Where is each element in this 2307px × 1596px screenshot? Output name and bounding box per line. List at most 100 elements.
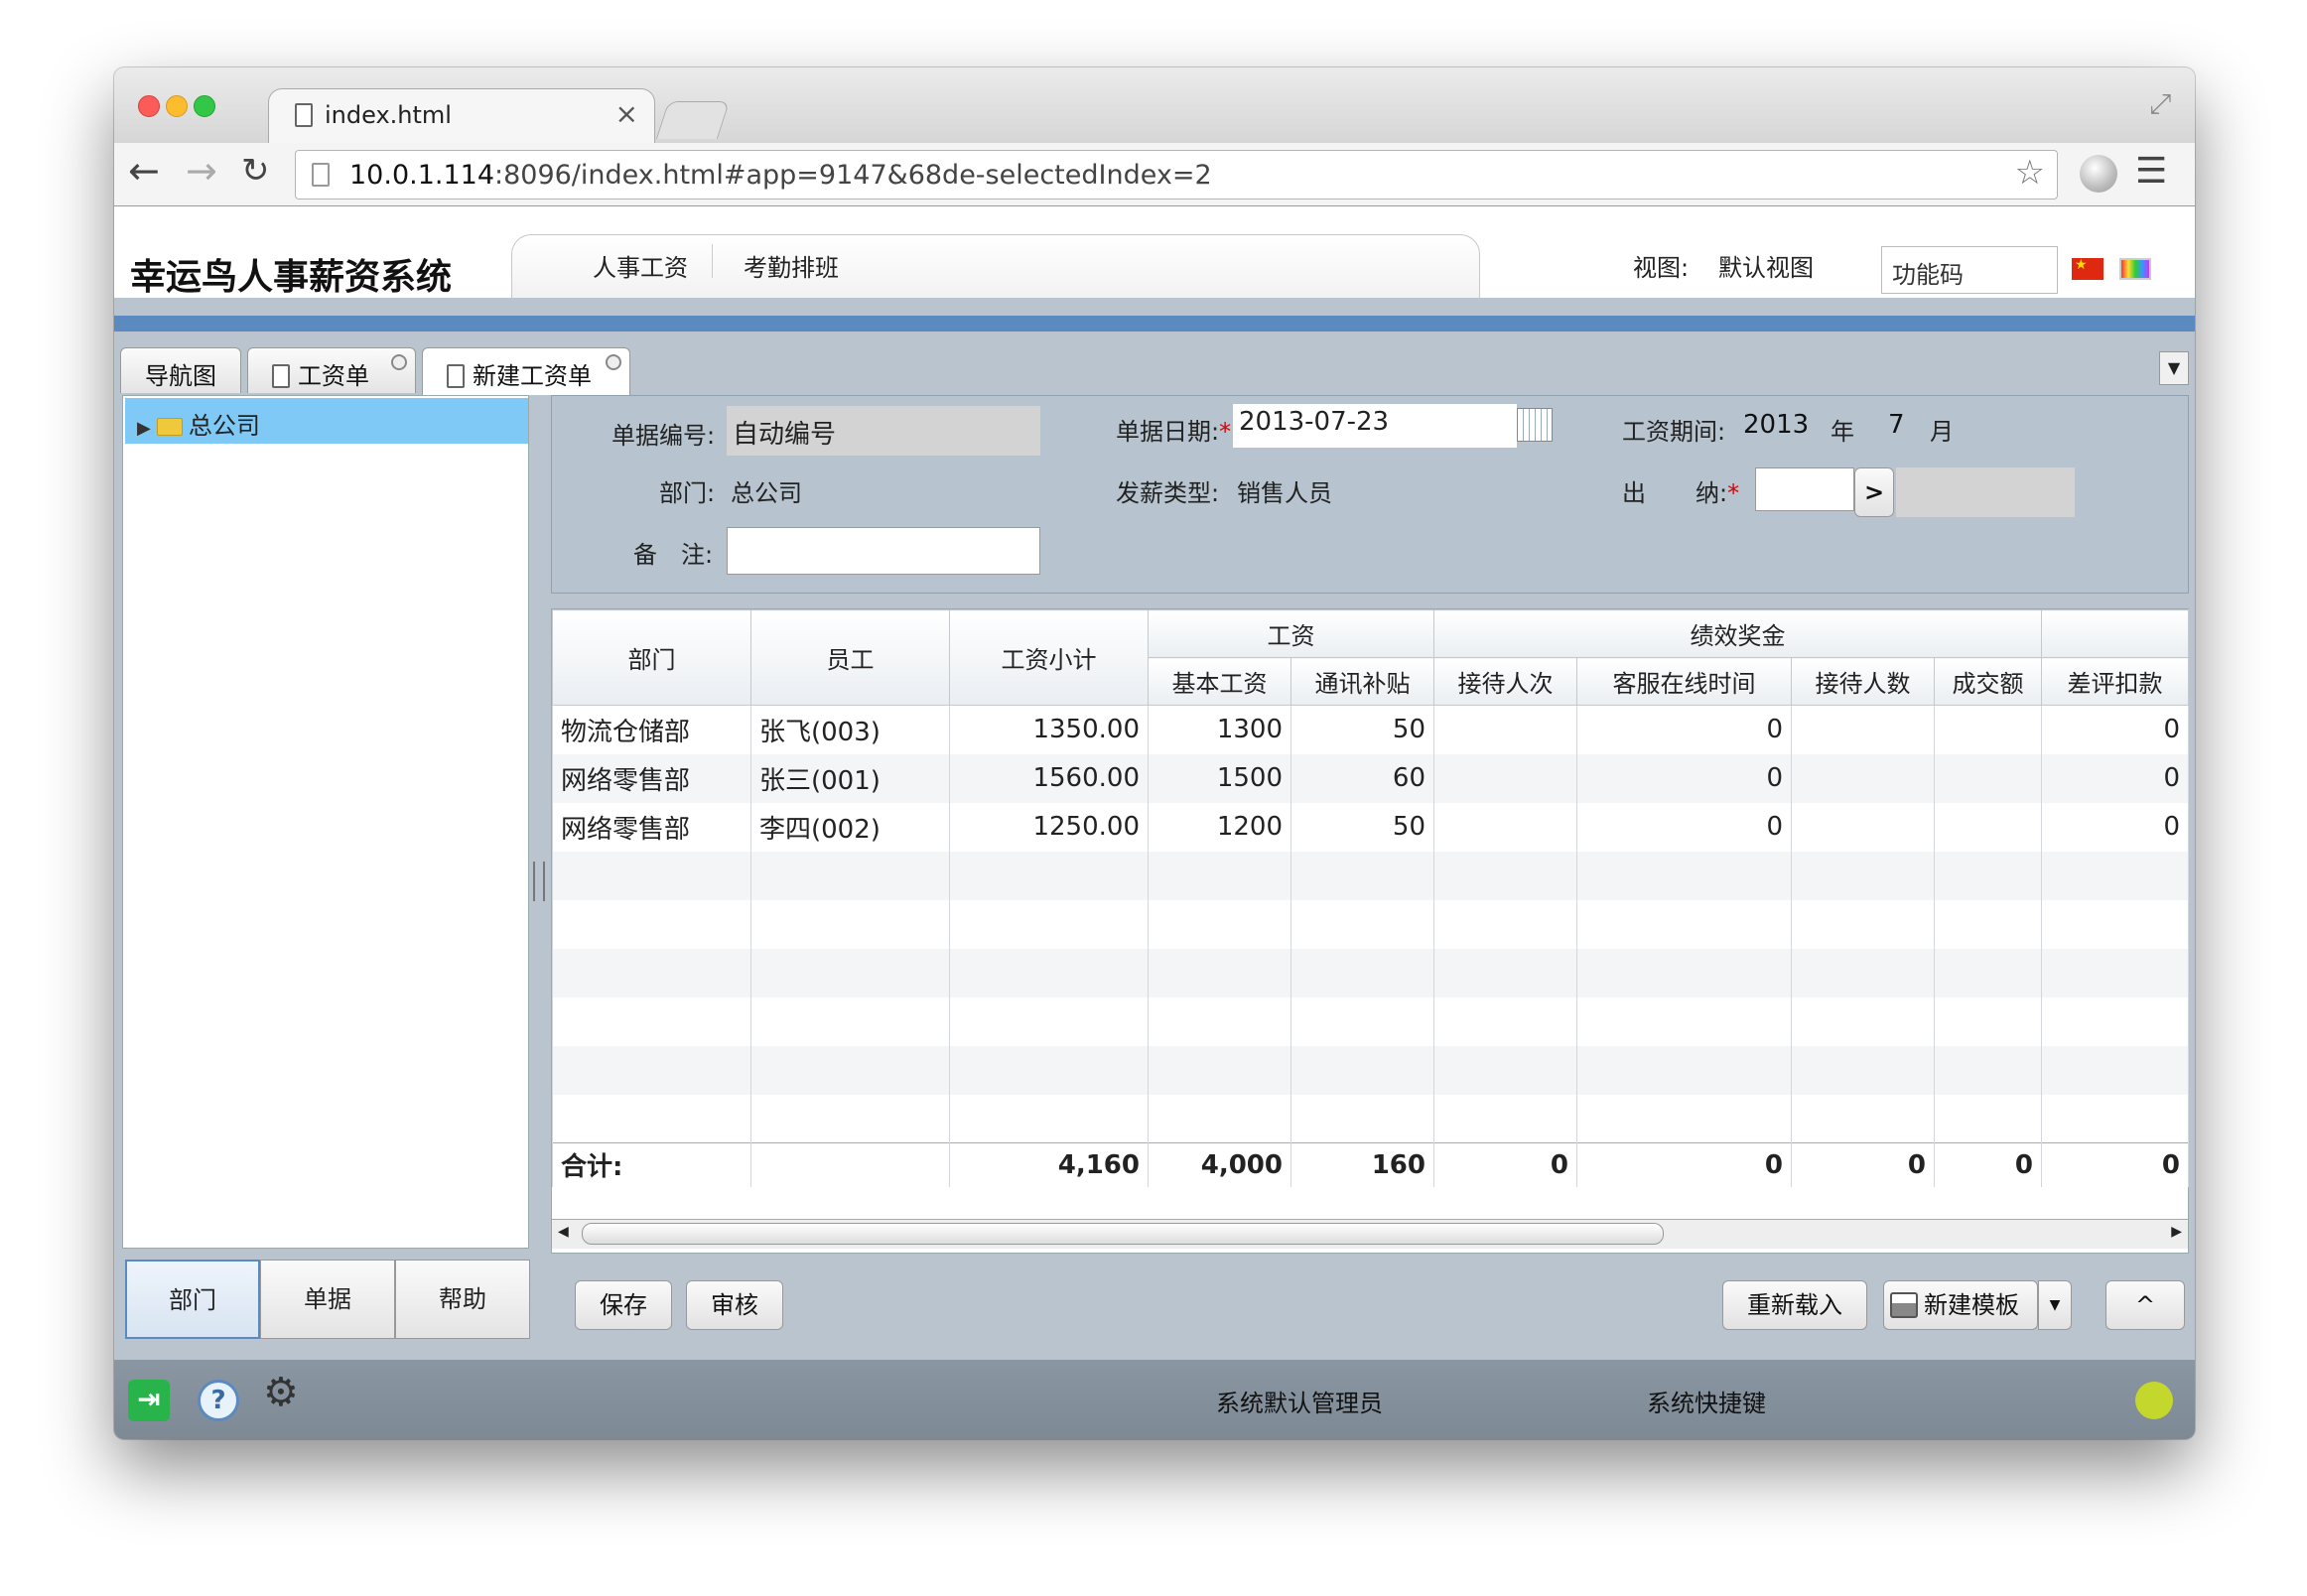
bookmark-star-icon[interactable]: ☆ [2015,153,2045,193]
cell-comm[interactable] [1290,1045,1434,1095]
cell-recv-times[interactable] [1433,753,1577,803]
logout-icon[interactable]: ⇥ [128,1380,170,1421]
tab-payroll[interactable]: 工资单 [247,347,416,393]
col-header-recv-count[interactable]: 接待人数 [1791,657,1935,706]
cell-recv-count[interactable] [1791,948,1935,998]
cell-penalty[interactable]: 0 [2041,753,2189,803]
cell-deal[interactable] [1934,1094,2042,1143]
left-tab-help[interactable]: 帮助 [395,1260,530,1339]
cell-subtotal[interactable] [949,1094,1149,1143]
col-header-base[interactable]: 基本工资 [1148,657,1291,706]
cell-recv-times[interactable] [1433,802,1577,852]
cell-recv-count[interactable] [1791,997,1935,1046]
help-icon[interactable]: ? [198,1380,239,1421]
left-tab-documents[interactable]: 单据 [260,1260,395,1339]
table-row[interactable]: 物流仓储部 张飞(003) 1350.00 1300 50 0 0 [552,705,2189,754]
cell-comm[interactable] [1290,997,1434,1046]
cell-recv-count[interactable] [1791,851,1935,900]
minimize-window-icon[interactable] [166,95,188,117]
cell-deal[interactable] [1934,997,2042,1046]
cell-dept[interactable] [552,997,751,1046]
cell-subtotal[interactable]: 1560.00 [949,753,1149,803]
cell-base[interactable] [1148,899,1291,949]
cell-emp[interactable]: 张飞(003) [750,705,950,754]
maximize-window-icon[interactable] [194,95,215,117]
cell-deal[interactable] [1934,705,2042,754]
cell-subtotal[interactable] [949,997,1149,1046]
empty-row[interactable] [552,1045,2189,1095]
cell-emp[interactable] [750,1094,950,1143]
scroll-left-icon[interactable]: ◀ [558,1224,569,1240]
cell-dept[interactable] [552,1045,751,1095]
doc-date-input[interactable]: 2013-07-23 [1233,404,1517,448]
cell-recv-count[interactable] [1791,753,1935,803]
empty-row[interactable] [552,899,2189,949]
cell-comm[interactable] [1290,851,1434,900]
col-header-deal[interactable]: 成交额 [1934,657,2042,706]
cell-recv-times[interactable] [1433,1045,1577,1095]
cell-base[interactable] [1148,997,1291,1046]
cell-dept[interactable] [552,899,751,949]
reload-icon[interactable]: ↻ [241,151,270,191]
browser-tab[interactable]: index.html × [268,88,655,144]
cell-emp[interactable]: 张三(001) [750,753,950,803]
scroll-thumb[interactable] [582,1223,1664,1245]
cell-emp[interactable]: 李四(002) [750,802,950,852]
cell-online-time[interactable] [1576,899,1792,949]
tab-new-payroll[interactable]: 新建工资单 [422,347,630,395]
left-tab-department[interactable]: 部门 [125,1260,260,1339]
cell-comm[interactable] [1290,1094,1434,1143]
address-bar[interactable]: 10.0.1.114:8096/index.html#app=9147&68de… [295,150,2058,200]
cell-subtotal[interactable] [949,851,1149,900]
cell-base[interactable]: 1500 [1148,753,1291,803]
cell-deal[interactable] [1934,1045,2042,1095]
reload-button[interactable]: 重新载入 [1722,1280,1867,1330]
cell-emp[interactable] [750,948,950,998]
cell-recv-times[interactable] [1433,899,1577,949]
menu-item-attendance[interactable]: 考勤排班 [744,248,839,283]
cell-penalty[interactable] [2041,1094,2189,1143]
close-tab-icon[interactable]: × [615,97,638,130]
horizontal-scrollbar[interactable]: ◀ ▶ [552,1219,2188,1249]
cell-comm[interactable] [1290,899,1434,949]
theme-color-icon[interactable] [2119,258,2151,280]
tabs-dropdown-icon[interactable]: ▼ [2159,351,2189,385]
col-header-dept[interactable]: 部门 [552,609,751,706]
cell-comm[interactable]: 50 [1290,705,1434,754]
empty-row[interactable] [552,851,2189,900]
cell-penalty[interactable] [2041,851,2189,900]
cell-online-time[interactable] [1576,997,1792,1046]
cell-deal[interactable] [1934,899,2042,949]
collapse-button[interactable]: ^ [2105,1280,2185,1330]
col-header-online-time[interactable]: 客服在线时间 [1576,657,1792,706]
cell-online-time[interactable]: 0 [1576,753,1792,803]
save-button[interactable]: 保存 [575,1280,672,1330]
view-selector[interactable]: 默认视图 [1718,248,1814,283]
cell-recv-times[interactable] [1433,997,1577,1046]
new-template-button[interactable]: 新建模板 [1883,1280,2038,1330]
cell-penalty[interactable] [2041,948,2189,998]
chinese-flag-icon[interactable]: ★ [2072,257,2103,280]
cell-dept[interactable]: 网络零售部 [552,802,751,852]
cell-online-time[interactable] [1576,1094,1792,1143]
cell-subtotal[interactable] [949,948,1149,998]
cell-penalty[interactable] [2041,1045,2189,1095]
expand-arrow-icon[interactable]: ▶ [137,418,151,439]
template-dropdown-icon[interactable]: ▼ [2038,1280,2072,1330]
cell-comm[interactable]: 60 [1290,753,1434,803]
cell-base[interactable] [1148,851,1291,900]
cell-emp[interactable] [750,899,950,949]
tab-close-icon[interactable] [606,354,621,370]
calendar-icon[interactable] [1517,408,1553,442]
extension-globe-icon[interactable] [2080,155,2117,193]
cell-emp[interactable] [750,851,950,900]
empty-row[interactable] [552,948,2189,998]
cell-recv-count[interactable] [1791,802,1935,852]
tab-navigation[interactable]: 导航图 [120,347,241,393]
cell-online-time[interactable] [1576,851,1792,900]
cell-recv-times[interactable] [1433,851,1577,900]
cell-base[interactable] [1148,1045,1291,1095]
cell-recv-count[interactable] [1791,1094,1935,1143]
settings-gear-icon[interactable]: ⚙ [263,1370,299,1415]
cell-penalty[interactable]: 0 [2041,802,2189,852]
